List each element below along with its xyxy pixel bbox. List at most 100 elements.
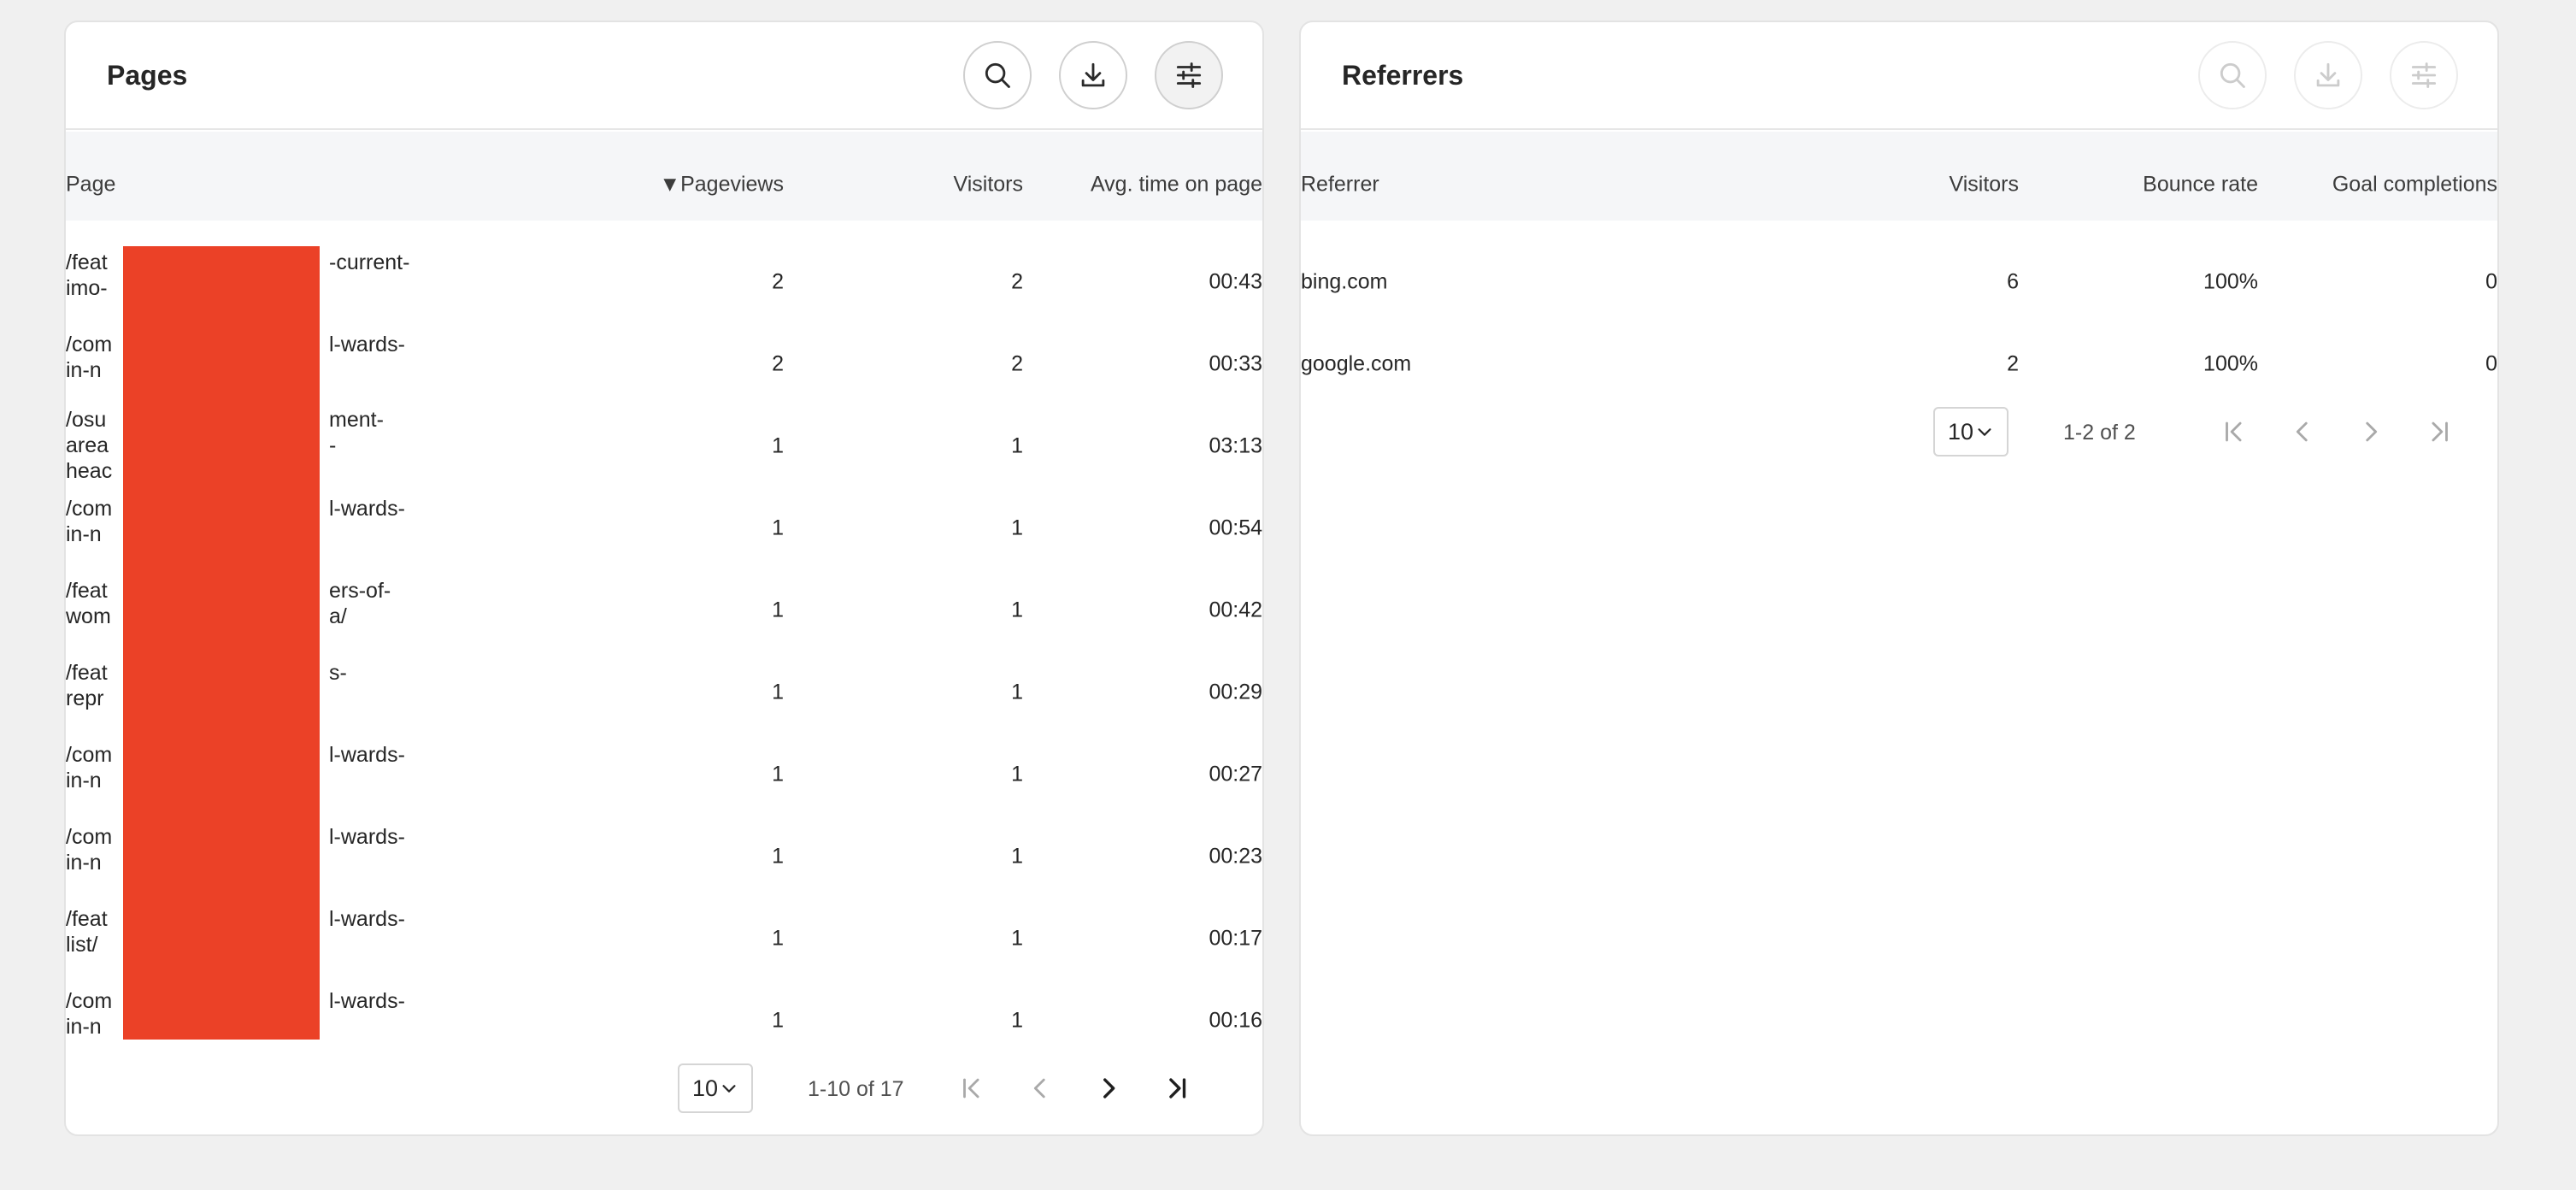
avg-time-value: 00:16 (1209, 1008, 1262, 1033)
page-path-end: l-wards- (329, 743, 405, 767)
redaction-block (123, 246, 320, 1040)
sliders-icon (2411, 62, 2437, 88)
pageviews-value: 1 (772, 926, 784, 951)
pages-panel-header: Pages (66, 22, 1262, 130)
chevron-down-icon (722, 1085, 736, 1093)
pages-next-page-button[interactable] (1088, 1068, 1129, 1109)
avg-time-value: 00:43 (1209, 269, 1262, 294)
column-visitors[interactable]: Visitors (1949, 173, 2019, 197)
column-bounce-rate[interactable]: Bounce rate (2143, 173, 2258, 197)
last-page-icon (2432, 421, 2448, 442)
pageviews-value: 1 (772, 762, 784, 786)
sliders-icon (1176, 62, 1202, 88)
pages-title: Pages (107, 60, 188, 91)
visitors-value: 1 (1011, 598, 1023, 622)
referrers-first-page-button[interactable] (2214, 411, 2255, 452)
pageviews-value: 1 (772, 515, 784, 540)
pageviews-value: 2 (772, 351, 784, 376)
pages-per-page-select[interactable]: 10 (678, 1063, 753, 1113)
referrers-next-page-button[interactable] (2350, 411, 2391, 452)
avg-time-value: 00:42 (1209, 598, 1262, 622)
referrers-title: Referrers (1342, 60, 1464, 91)
referrers-settings-button[interactable] (2390, 41, 2458, 109)
last-page-icon (1169, 1078, 1186, 1099)
goal-completions-value: 0 (2485, 269, 2497, 294)
bounce-rate-value: 100% (2203, 351, 2258, 376)
page-path-end: l-wards- (329, 333, 405, 356)
pages-panel: Pages Page ▼Pageviews Visitors Avg. time… (64, 21, 1264, 1136)
column-pageviews[interactable]: ▼Pageviews (659, 173, 784, 197)
visitors-value: 1 (1011, 844, 1023, 869)
page-path-end: ers-of- a/ (329, 579, 391, 628)
avg-time-value: 00:17 (1209, 926, 1262, 951)
referrers-column-header: Referrer Visitors Bounce rate Goal compl… (1301, 132, 2497, 221)
page-path-end: l-wards- (329, 497, 405, 521)
pageviews-value: 1 (772, 433, 784, 458)
prev-page-icon (2296, 421, 2308, 442)
table-row[interactable]: bing.com 6 100% 0 (1301, 241, 2497, 323)
visitors-value: 1 (1011, 926, 1023, 951)
visitors-value: 1 (1011, 762, 1023, 786)
avg-time-value: 00:23 (1209, 844, 1262, 869)
bounce-rate-value: 100% (2203, 269, 2258, 294)
pages-last-page-button[interactable] (1156, 1068, 1197, 1109)
referrer-value[interactable]: google.com (1301, 352, 1411, 377)
search-icon (985, 62, 1010, 88)
download-icon (2316, 62, 2340, 87)
next-page-icon (2366, 421, 2378, 442)
pageviews-value: 1 (772, 1008, 784, 1033)
page-path-end: l-wards- (329, 907, 405, 931)
visitors-value: 6 (2007, 269, 2019, 294)
pages-range-text: 1-10 of 17 (808, 1077, 904, 1101)
next-page-icon (1103, 1078, 1115, 1099)
column-goal-completions[interactable]: Goal completions (2332, 173, 2497, 197)
visitors-value: 1 (1011, 1008, 1023, 1033)
table-row[interactable]: google.com 2 100% 0 (1301, 323, 2497, 405)
visitors-value: 2 (1011, 269, 1023, 294)
referrers-download-button[interactable] (2294, 41, 2362, 109)
first-page-icon (2226, 421, 2242, 442)
page-path-end: l-wards- (329, 989, 405, 1013)
pages-download-button[interactable] (1059, 41, 1127, 109)
page-path-end: -current- (329, 250, 410, 274)
avg-time-value: 00:54 (1209, 515, 1262, 540)
referrers-panel-header: Referrers (1301, 22, 2497, 130)
column-referrer[interactable]: Referrer (1301, 173, 1379, 197)
referrers-search-button[interactable] (2198, 41, 2267, 109)
column-page[interactable]: Page (66, 173, 115, 197)
referrers-last-page-button[interactable] (2419, 411, 2460, 452)
referrer-value[interactable]: bing.com (1301, 270, 1387, 295)
pageviews-value: 1 (772, 844, 784, 869)
per-page-value: 10 (691, 1075, 719, 1101)
page-path-end: l-wards- (329, 825, 405, 849)
goal-completions-value: 0 (2485, 351, 2497, 376)
visitors-value: 1 (1011, 680, 1023, 704)
avg-time-value: 00:27 (1209, 762, 1262, 786)
first-page-icon (963, 1078, 979, 1099)
pageviews-value: 1 (772, 680, 784, 704)
column-avg-time[interactable]: Avg. time on page (1091, 173, 1262, 197)
visitors-value: 2 (2007, 351, 2019, 376)
column-visitors[interactable]: Visitors (953, 173, 1023, 197)
download-icon (1081, 62, 1105, 87)
visitors-value: 1 (1011, 433, 1023, 458)
pages-first-page-button[interactable] (951, 1068, 992, 1109)
chevron-down-icon (1978, 428, 1991, 436)
prev-page-icon (1033, 1078, 1045, 1099)
visitors-value: 2 (1011, 351, 1023, 376)
pages-prev-page-button[interactable] (1020, 1068, 1061, 1109)
pageviews-value: 1 (772, 598, 784, 622)
pageviews-value: 2 (772, 269, 784, 294)
per-page-value: 10 (1947, 418, 1974, 445)
pages-settings-button[interactable] (1155, 41, 1223, 109)
avg-time-value: 03:13 (1209, 433, 1262, 458)
page-path-end: ment- - (329, 408, 384, 457)
page-path-end: s- (329, 661, 347, 685)
search-icon (2220, 62, 2245, 88)
pages-column-header: Page ▼Pageviews Visitors Avg. time on pa… (66, 132, 1262, 221)
referrers-per-page-select[interactable]: 10 (1933, 407, 2008, 457)
pages-search-button[interactable] (963, 41, 1032, 109)
referrers-prev-page-button[interactable] (2282, 411, 2323, 452)
avg-time-value: 00:33 (1209, 351, 1262, 376)
referrers-range-text: 1-2 of 2 (2063, 421, 2136, 445)
